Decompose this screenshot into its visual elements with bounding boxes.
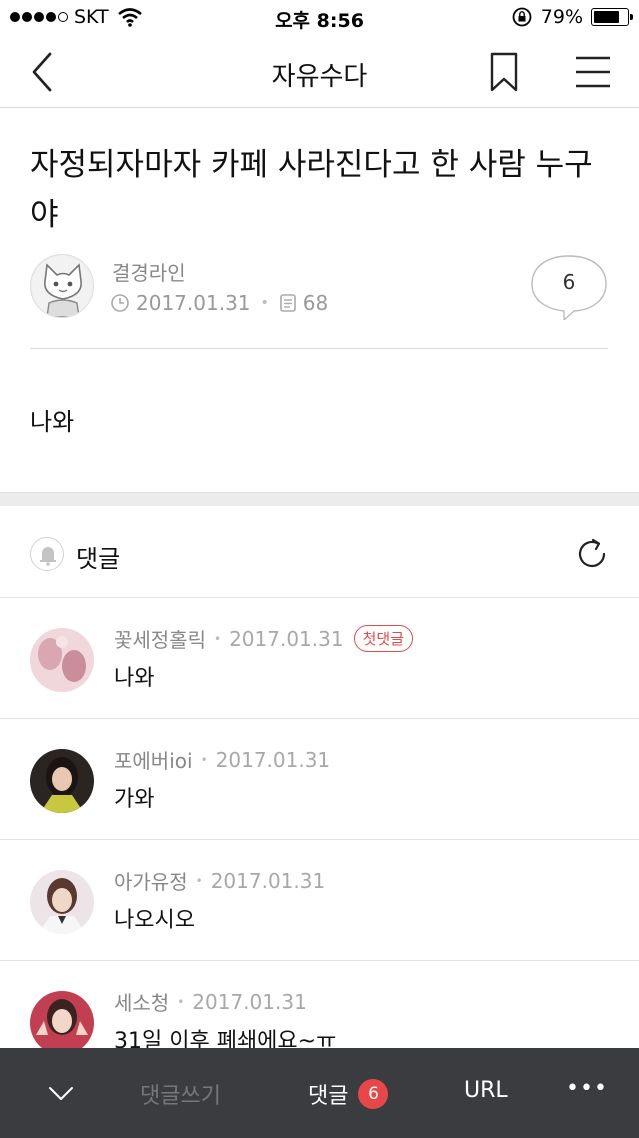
hamburger-menu-icon[interactable] (574, 54, 612, 90)
avatar-photo (30, 749, 94, 813)
clock-icon (111, 294, 129, 312)
battery-icon (591, 8, 633, 26)
first-comment-badge: 첫댓글 (353, 625, 413, 652)
section-gap (0, 492, 639, 506)
author-avatar[interactable] (30, 254, 94, 318)
status-right: 79% (511, 6, 633, 28)
commenter-name[interactable]: 아가유정 (114, 866, 188, 895)
comments-button[interactable]: 댓글 6 (308, 1078, 389, 1110)
comment-header-label: 댓글 (76, 545, 121, 573)
avatar-photo (30, 870, 94, 934)
comment-meta: 아가유정 • 2017.01.31 (114, 866, 325, 895)
comment-item[interactable]: 포에버ioi • 2017.01.31 가와 (0, 719, 639, 840)
commenter-name[interactable]: 꽃세정홀릭 (114, 624, 206, 653)
commenter-avatar[interactable] (30, 870, 94, 934)
comment-meta: 포에버ioi • 2017.01.31 (114, 745, 330, 774)
author-name[interactable]: 결경라인 (112, 257, 186, 286)
avatar-photo (30, 628, 94, 692)
commenter-avatar[interactable] (30, 991, 94, 1055)
bookmark-icon[interactable] (488, 52, 520, 92)
nav-title: 자유수다 (271, 62, 368, 92)
chevron-down-icon[interactable] (48, 1080, 74, 1106)
divider (30, 348, 608, 349)
battery-percent: 79% (540, 6, 583, 28)
comment-count-bubble[interactable]: 6 (530, 254, 608, 322)
meta-separator: • (260, 295, 269, 311)
comment-text: 나와 (114, 666, 155, 691)
post-date: 2017.01.31 (136, 291, 251, 315)
post-title: 자정되자마자 카페 사라진다고 한 사람 누구야 (30, 147, 593, 233)
meta-separator: • (177, 994, 185, 1009)
nav-bar: 자유수다 (0, 36, 639, 108)
comment-date: 2017.01.31 (210, 868, 326, 893)
comment-header: 댓글 (0, 506, 639, 598)
battery-fill (594, 11, 620, 23)
bell-icon (40, 547, 56, 566)
view-count-icon (279, 294, 296, 312)
comment-date: 2017.01.31 (192, 989, 307, 1014)
comments-button-label: 댓글 (308, 1084, 349, 1109)
bottom-toolbar: 댓글쓰기 댓글 6 URL ••• (0, 1048, 639, 1138)
write-comment-button[interactable]: 댓글쓰기 (140, 1078, 221, 1110)
rotation-lock-icon (512, 7, 532, 27)
comment-date: 2017.01.31 (229, 626, 344, 651)
comments-count-badge: 6 (358, 1079, 389, 1109)
comment-meta: 꽃세정홀릭 • 2017.01.31 첫댓글 (114, 624, 413, 653)
comment-count: 6 (562, 270, 576, 294)
comment-meta: 세소청 • 2017.01.31 (114, 987, 307, 1016)
cat-avatar-icon (32, 256, 93, 317)
comment-item[interactable]: 아가유정 • 2017.01.31 나오시오 (0, 840, 639, 961)
commenter-name[interactable]: 포에버ioi (114, 745, 193, 774)
post-meta: 2017.01.31 • 68 (110, 291, 328, 315)
comment-item[interactable]: 꽃세정홀릭 • 2017.01.31 첫댓글 나와 (0, 598, 639, 719)
post-body: 나와 (30, 408, 75, 436)
commenter-avatar[interactable] (30, 628, 94, 692)
comment-text: 나오시오 (114, 908, 195, 933)
avatar-photo (30, 991, 94, 1055)
commenter-name[interactable]: 세소청 (114, 987, 169, 1016)
url-button[interactable]: URL (464, 1078, 508, 1103)
meta-separator: • (195, 873, 203, 888)
more-options-button[interactable]: ••• (566, 1076, 608, 1101)
commenter-avatar[interactable] (30, 749, 94, 813)
status-bar: SKT 오후 8:56 79% (0, 0, 639, 36)
meta-separator: • (200, 752, 208, 767)
comment-text: 가와 (114, 787, 155, 812)
meta-separator: • (214, 631, 222, 646)
refresh-icon[interactable] (574, 536, 610, 572)
post-views: 68 (302, 291, 329, 315)
notification-bell-button[interactable] (30, 537, 64, 571)
comment-date: 2017.01.31 (215, 747, 331, 772)
